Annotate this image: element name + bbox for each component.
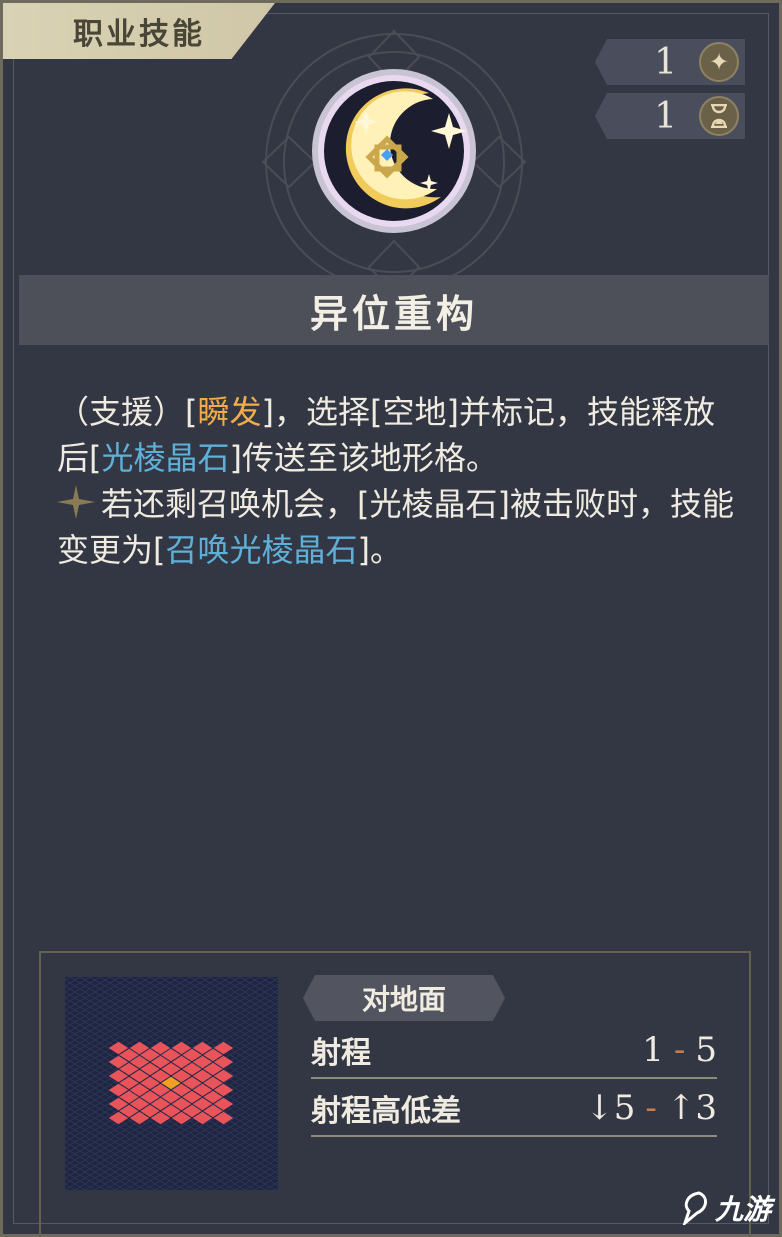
cost-pill: 1 ✦ bbox=[595, 39, 745, 85]
skill-name: 异位重构 bbox=[309, 291, 478, 336]
skill-emblem-icon bbox=[261, 29, 527, 295]
cost-value: 1 bbox=[654, 41, 677, 83]
range-min: 1 bbox=[642, 1030, 664, 1070]
arrow-up-icon: ↑ bbox=[666, 1088, 696, 1128]
keyword-instant[interactable]: 瞬发 bbox=[198, 393, 262, 431]
watermark-logo-icon bbox=[682, 1191, 707, 1225]
height-diff-row: 射程高低差 ↓5- ↑3 bbox=[311, 1081, 717, 1137]
category-label: 职业技能 bbox=[73, 17, 205, 52]
skill-title-band: 异位重构 bbox=[19, 275, 769, 345]
range-value: 1-5 bbox=[642, 1030, 717, 1070]
skill-card: 职业技能 1 ✦ 1 异位重构 （支援）[瞬发]，选择[空地]并标记，技能释放后… bbox=[0, 0, 782, 1237]
keyword-crystal[interactable]: 光棱晶石 bbox=[102, 439, 230, 477]
keyword-summon-crystal[interactable]: 召唤光棱晶石 bbox=[166, 531, 358, 569]
arrow-down-icon: ↓ bbox=[585, 1088, 614, 1128]
cooldown-value: 1 bbox=[654, 95, 677, 137]
range-label: 射程 bbox=[311, 1036, 371, 1071]
sparkle-icon: ✦ bbox=[699, 42, 739, 82]
height-diff-label: 射程高低差 bbox=[311, 1094, 461, 1129]
height-diff-value: ↓5- ↑3 bbox=[585, 1088, 717, 1128]
cooldown-pill: 1 bbox=[595, 93, 745, 139]
range-row: 射程 1-5 bbox=[311, 1023, 717, 1079]
desc-text-1c: ]传送至该地形格。 bbox=[229, 439, 499, 477]
height-up: 3 bbox=[695, 1088, 717, 1128]
watermark-text: 九游 bbox=[714, 1193, 771, 1226]
category-tab: 职业技能 bbox=[3, 3, 275, 59]
watermark: 九游 bbox=[681, 1188, 771, 1228]
sparkle-bullet-icon bbox=[57, 485, 95, 519]
hourglass-icon bbox=[699, 96, 739, 136]
range-grid bbox=[65, 977, 278, 1190]
desc-text-1a: （支援）[ bbox=[57, 393, 198, 431]
skill-description: （支援）[瞬发]，选择[空地]并标记，技能释放后[光棱晶石]传送至该地形格。 若… bbox=[57, 389, 737, 573]
target-type-tag: 对地面 bbox=[303, 975, 505, 1021]
desc-text-2b: ]。 bbox=[357, 531, 403, 569]
range-max: 5 bbox=[695, 1030, 717, 1070]
target-type-label: 对地面 bbox=[361, 983, 446, 1016]
height-down: 5 bbox=[613, 1088, 636, 1128]
